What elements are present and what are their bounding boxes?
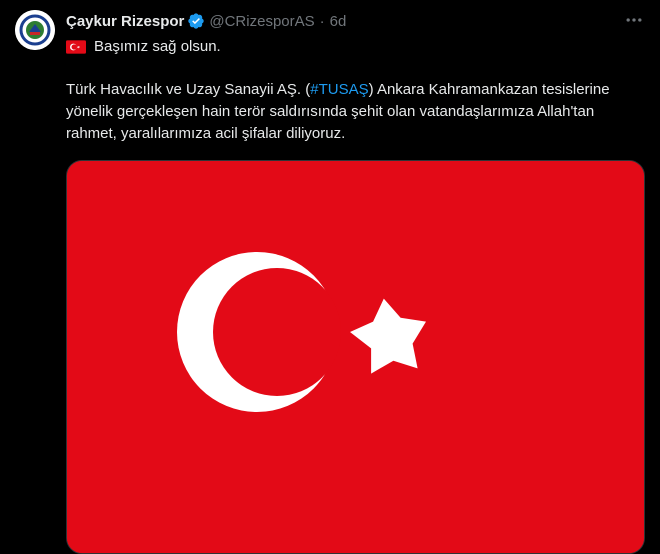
tweet-body: Türk Havacılık ve Uzay Sanayii AŞ. (#TUS…: [66, 79, 646, 145]
tweet-media-image[interactable]: [66, 160, 645, 554]
tweet-time[interactable]: 6d: [330, 13, 347, 30]
tweet-line1-text: Başımız sağ olsun.: [94, 38, 221, 55]
turkey-flag-image: [67, 161, 644, 553]
more-icon: [626, 18, 642, 22]
tweet-first-line: Başımız sağ olsun.: [66, 38, 221, 55]
tweet-body-text-start: Türk Havacılık ve Uzay Sanayii AŞ. (: [66, 81, 311, 98]
separator-dot: ·: [319, 12, 325, 30]
more-button[interactable]: [622, 8, 646, 32]
avatar[interactable]: [15, 10, 55, 50]
tweet-header: Çaykur Rizespor @CRizesporAS · 6d: [66, 11, 346, 31]
verified-badge-icon: [188, 13, 205, 29]
club-logo-icon: [15, 10, 55, 50]
hashtag-link[interactable]: #TUSAŞ: [310, 81, 368, 98]
turkey-flag-icon: [66, 39, 86, 54]
author-handle[interactable]: @CRizesporAS: [209, 13, 314, 30]
author-name[interactable]: Çaykur Rizespor: [66, 13, 184, 30]
